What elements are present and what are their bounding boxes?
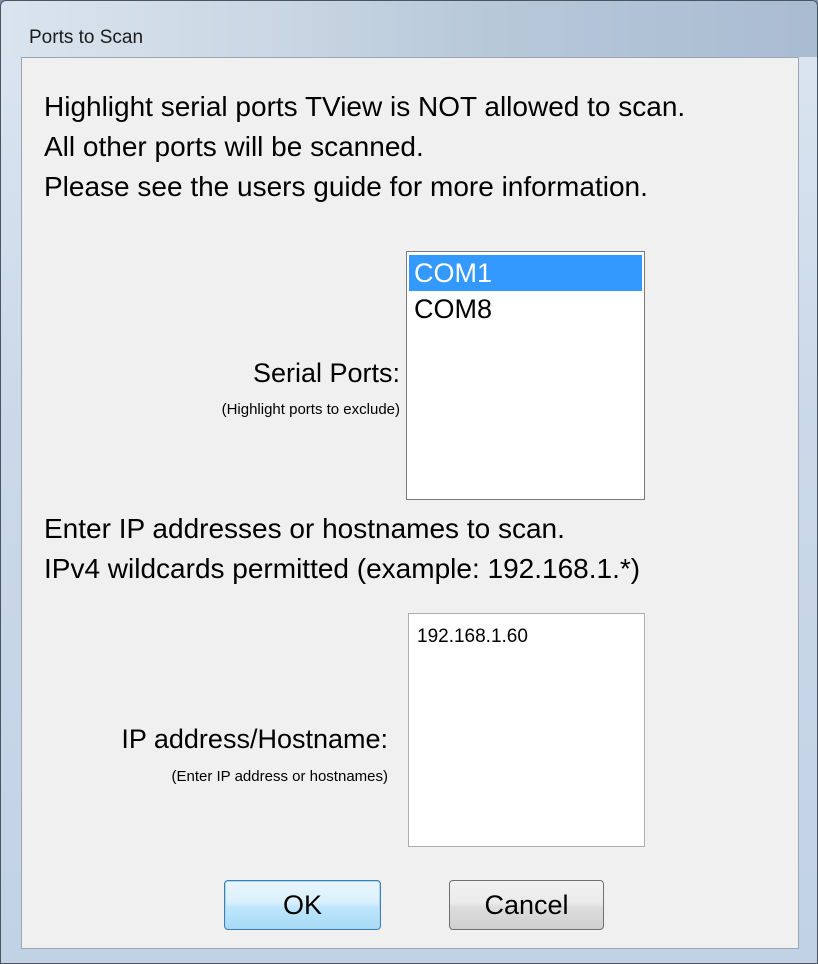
serial-ports-hint: (Highlight ports to exclude): [221, 401, 400, 418]
instruction-line-1: Highlight serial ports TView is NOT allo…: [44, 91, 686, 122]
ip-address-hint: (Enter IP address or hostnames): [171, 768, 389, 785]
ip-address-input[interactable]: 192.168.1.60: [408, 613, 645, 847]
ip-address-value: 192.168.1.60: [417, 626, 528, 647]
ip-instruction-line-2: IPv4 wildcards permitted (example: 192.1…: [44, 553, 641, 584]
ip-instruction-line-1: Enter IP addresses or hostnames to scan.: [44, 513, 565, 544]
cancel-button[interactable]: Cancel: [449, 880, 604, 930]
instruction-line-3: Please see the users guide for more info…: [44, 171, 648, 202]
window-title: Ports to Scan: [29, 27, 144, 48]
dialog-body: Highlight serial ports TView is NOT allo…: [21, 57, 799, 949]
serial-ports-listbox[interactable]: COM1 COM8: [406, 251, 645, 500]
ok-button[interactable]: OK: [224, 880, 381, 930]
instruction-line-2: All other ports will be scanned.: [44, 131, 424, 162]
title-bar[interactable]: Ports to Scan: [1, 1, 817, 57]
list-item-com1[interactable]: COM1: [409, 255, 642, 291]
list-item-com8[interactable]: COM8: [409, 291, 642, 327]
ports-to-scan-dialog: Ports to Scan Highlight serial ports TVi…: [0, 0, 818, 964]
ip-address-label: IP address/Hostname:: [121, 724, 388, 754]
serial-ports-label: Serial Ports:: [252, 358, 400, 388]
